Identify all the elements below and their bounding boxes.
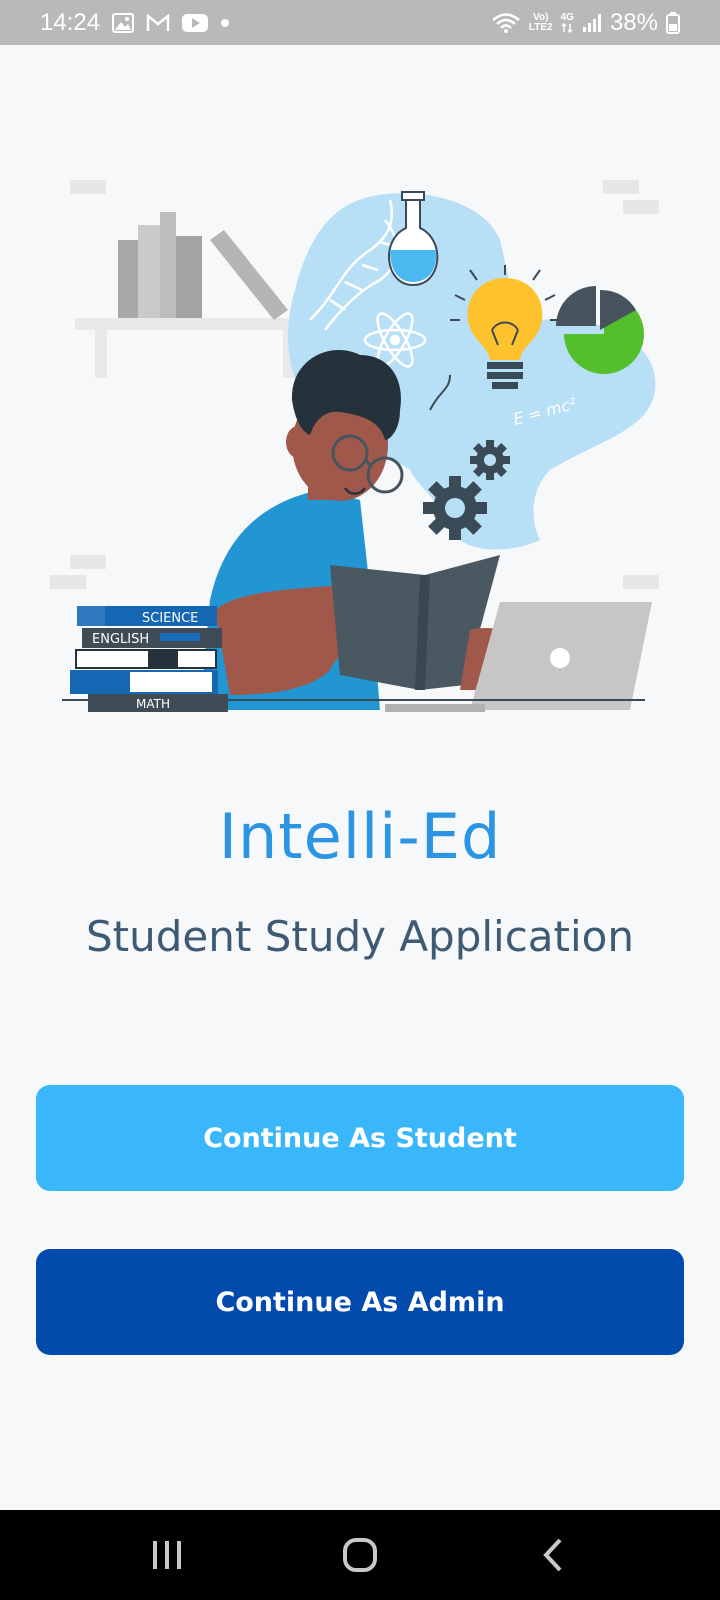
network-type: 4G: [560, 11, 574, 23]
app-subtitle: Student Study Application: [86, 912, 634, 961]
wifi-icon: [491, 12, 521, 34]
status-time: 14:24: [40, 8, 101, 36]
volte-icon: Vo) LTE2: [528, 11, 553, 33]
dot-icon: [220, 18, 230, 28]
bookshelf: [75, 212, 300, 378]
wall-brick: [70, 555, 106, 569]
home-icon[interactable]: [320, 1525, 400, 1585]
app-title: Intelli-Ed: [218, 800, 502, 873]
youtube-icon: [182, 13, 209, 32]
wall-brick: [50, 575, 86, 589]
back-icon[interactable]: [513, 1525, 593, 1585]
wall-brick: [70, 180, 106, 194]
book-label-math: MATH: [136, 697, 170, 711]
battery-icon: [666, 11, 680, 34]
status-bar: 14:24 Vo) LTE2 4G 38%: [0, 0, 720, 45]
recent-apps-icon[interactable]: [127, 1525, 207, 1585]
network-label-top: Vo): [533, 11, 549, 23]
wall-brick: [623, 200, 659, 214]
wall-brick: [603, 180, 639, 194]
gmail-icon: [146, 13, 170, 32]
book-label-science: SCIENCE: [142, 611, 198, 626]
continue-as-student-button[interactable]: Continue As Student: [36, 1085, 684, 1191]
battery-percent: 38%: [609, 8, 658, 36]
student-reading-illustration: E = mc² SCIENCE ENGLISH MATH: [50, 180, 659, 712]
network-type-icon: 4G: [560, 11, 574, 33]
signal-icon: [582, 13, 602, 33]
wall-brick: [623, 575, 659, 589]
student-head: [286, 350, 404, 501]
gallery-icon: [112, 12, 135, 33]
book-label-english: ENGLISH: [92, 632, 149, 647]
gear-icon: [470, 440, 510, 480]
gear-icon: [423, 476, 487, 540]
book-stack: SCIENCE ENGLISH MATH: [70, 606, 228, 712]
hero-illustration: E = mc² SCIENCE ENGLISH MATH: [40, 170, 680, 740]
network-label-bottom: LTE2: [528, 21, 553, 33]
status-right: Vo) LTE2 4G 38%: [491, 9, 680, 37]
status-left: 14:24: [40, 9, 230, 37]
continue-as-admin-button[interactable]: Continue As Admin: [36, 1249, 684, 1355]
system-nav-bar: [0, 1510, 720, 1600]
